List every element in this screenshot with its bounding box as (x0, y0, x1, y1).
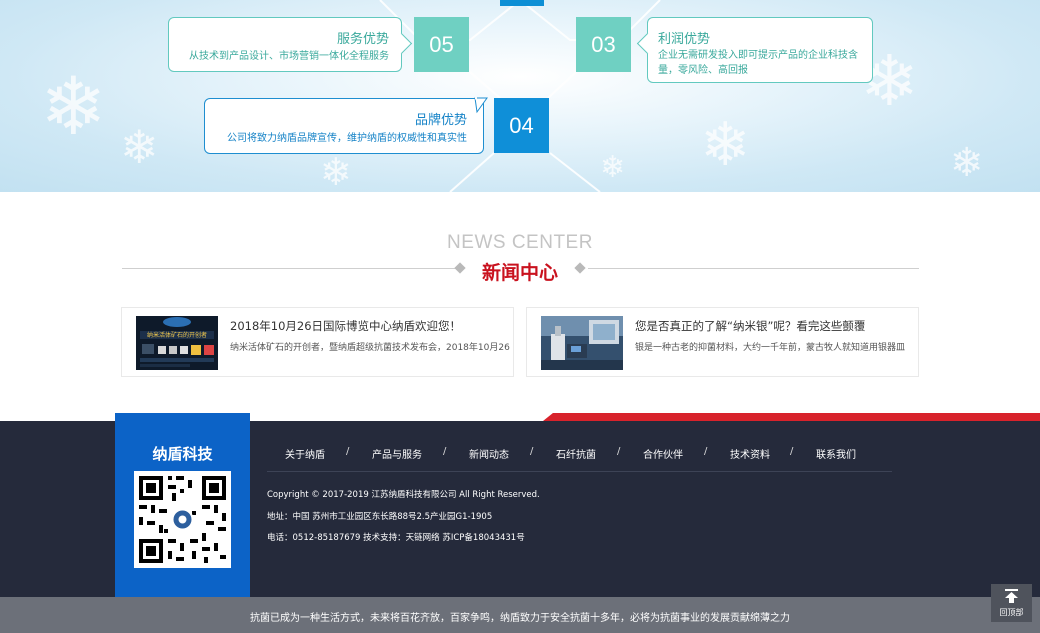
nav-separator: / (790, 446, 794, 457)
news-thumbnail[interactable]: 纳米活体矿石的开创者 (136, 316, 218, 370)
footer-nav-antibacterial[interactable]: 石纤抗菌 (556, 446, 596, 461)
footer-red-stripe (543, 413, 1040, 421)
advantage-number-05: 05 (414, 17, 469, 72)
advantage-desc: 从技术到产品设计、市场营销一体化全程服务 (189, 51, 389, 62)
footer-address: 地址：中国 苏州市工业园区东长路88号2.5产业园G1-1905 (267, 512, 493, 522)
news-card[interactable]: 纳米活体矿石的开创者 2018年10月26日国际博览中心纳盾欢迎您！ 纳米活体矿… (121, 307, 514, 377)
advantages-section: ❄ ❄ ❄ ❄ ❄ ❄ ❄ 服务优势 从技术到产品设计、市场营销一体化全程服务 … (0, 0, 1040, 192)
nav-separator: / (443, 446, 447, 457)
snowflake-icon: ❄ (320, 150, 352, 192)
footer-nav-partners[interactable]: 合作伙伴 (643, 446, 683, 461)
footer-copyright: Copyright © 2017-2019 江苏纳盾科技有限公司 All Rig… (267, 490, 540, 500)
footer-divider (267, 471, 892, 472)
advantage-title: 利润优势 (658, 32, 711, 47)
nav-separator: / (346, 446, 350, 457)
snowflake-icon: ❄ (40, 60, 108, 153)
advantage-profit-bubble: 利润优势 企业无需研发投入即可提示产品的企业科技含量，零风险、高回报 (636, 17, 873, 83)
nav-separator: / (704, 446, 708, 457)
news-title-cn: 新闻中心 (481, 262, 558, 284)
news-title[interactable]: 您是否真正的了解“纳米银”呢？看完这些颤覆 (635, 318, 865, 334)
advantage-brand-bubble: 品牌优势 公司将致力纳盾品牌宣传，维护纳盾的权威性和真实性 (204, 97, 488, 154)
footer-slogan: 抗菌已成为一种生活方式，未来将百花齐放，百家争鸣，纳盾致力于安全抗菌十多年，必将… (250, 613, 790, 624)
snowflake-icon: ❄ (600, 150, 626, 185)
advantage-desc: 公司将致力纳盾品牌宣传，维护纳盾的权威性和真实性 (227, 133, 467, 144)
arrow-up-icon (1005, 589, 1018, 603)
footer-nav-about[interactable]: 关于纳盾 (285, 446, 325, 461)
footer-nav-contact[interactable]: 联系我们 (816, 446, 856, 461)
advantage-service-bubble: 服务优势 从技术到产品设计、市场营销一体化全程服务 (168, 17, 413, 72)
news-title-en: NEWS CENTER (447, 232, 593, 253)
snowflake-icon: ❄ (950, 140, 984, 186)
top-tab-edge (500, 0, 544, 6)
footer-contact: 电话：0512-85187679 技术支持：天链网络 苏ICP备18043431… (267, 533, 525, 543)
advantage-number-04: 04 (494, 98, 549, 153)
advantage-title: 品牌优势 (414, 113, 467, 128)
back-to-top-button[interactable]: 回顶部 (991, 584, 1032, 622)
bubble-pointer (474, 97, 488, 114)
news-thumbnail[interactable] (541, 316, 623, 370)
qr-code-icon (134, 471, 231, 568)
footer-brand-name: 纳盾科技 (152, 445, 213, 463)
nav-separator: / (530, 446, 534, 457)
snowflake-icon: ❄ (700, 110, 751, 180)
news-excerpt: 银是一种古老的抑菌材料，大约一千年前，蒙古牧人就知道用银器皿 (635, 343, 906, 353)
back-to-top-label: 回顶部 (999, 608, 1024, 617)
nav-separator: / (617, 446, 621, 457)
footer-nav-tech-docs[interactable]: 技术资料 (730, 446, 770, 461)
title-rule-right (588, 268, 919, 269)
news-title[interactable]: 2018年10月26日国际博览中心纳盾欢迎您！ (230, 318, 461, 334)
advantage-number-03: 03 (576, 17, 631, 72)
news-excerpt: 纳米活体矿石的开创者，暨纳盾超级抗菌技术发布会，2018年10月26 (230, 343, 510, 353)
footer-nav-news[interactable]: 新闻动态 (469, 446, 509, 461)
footer-nav: 关于纳盾 / 产品与服务 / 新闻动态 / 石纤抗菌 / 合作伙伴 / 技术资料… (268, 446, 892, 462)
advantage-desc: 企业无需研发投入即可提示产品的企业科技含量，零风险、高回报 (658, 50, 858, 76)
snowflake-icon: ❄ (120, 120, 159, 174)
news-card[interactable]: 您是否真正的了解“纳米银”呢？看完这些颤覆 银是一种古老的抑菌材料，大约一千年前… (526, 307, 919, 377)
footer-brand-box: 纳盾科技 (115, 413, 250, 597)
footer-nav-products[interactable]: 产品与服务 (372, 446, 422, 461)
advantage-title: 服务优势 (336, 32, 389, 47)
thumbnail-caption: 纳米活体矿石的开创者 (147, 331, 207, 339)
